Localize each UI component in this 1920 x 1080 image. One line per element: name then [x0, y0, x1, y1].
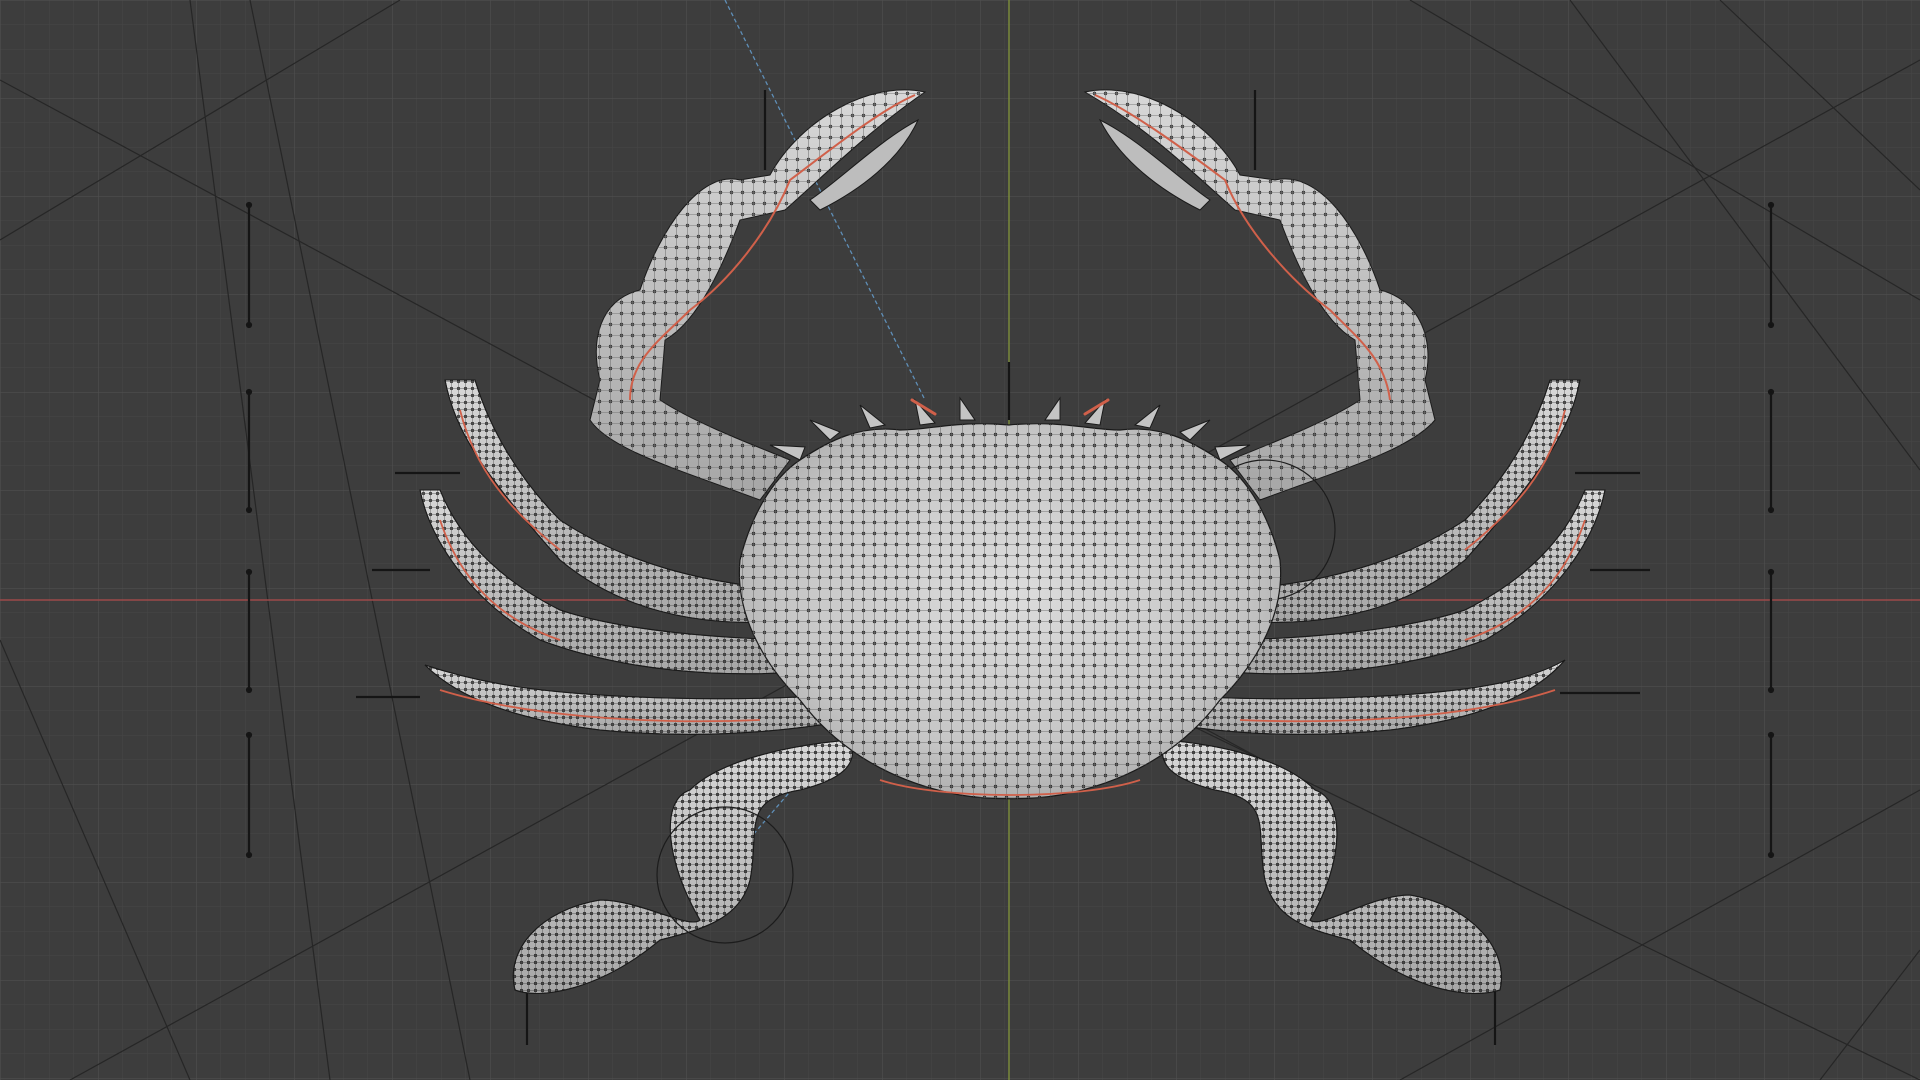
viewport-canvas[interactable] [0, 0, 1920, 1080]
3d-viewport[interactable] [0, 0, 1920, 1080]
